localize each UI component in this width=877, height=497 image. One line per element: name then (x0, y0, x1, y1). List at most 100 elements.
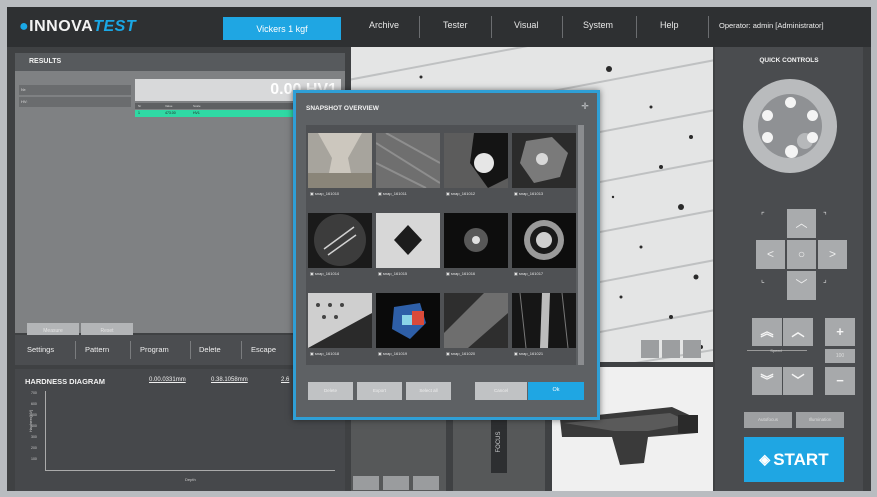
zoom-out-button[interactable]: − (825, 367, 855, 395)
snapshot-caption: ▣ snap_161012 (446, 191, 476, 196)
snapshot-caption: ▣ snap_161013 (514, 191, 544, 196)
start-icon: ◈ (759, 451, 771, 467)
corner-bottom-right-icon: ⌟ (823, 275, 827, 284)
turret-position-5[interactable] (762, 132, 773, 143)
stage-left-button[interactable]: < (756, 240, 785, 269)
y-tick: 100 (31, 457, 37, 461)
snapshot-caption-text: snap_161012 (450, 191, 476, 196)
snapshot-thumbnail[interactable]: ▣ snap_161021 (512, 293, 576, 363)
stage-up-button[interactable]: ︿ (787, 209, 816, 238)
snapshot-caption-text: snap_161020 (450, 351, 476, 356)
dialog-close-button[interactable]: ✛ (579, 100, 591, 112)
quick-controls-title: QUICK CONTROLS (759, 57, 819, 64)
snapshot-scrollbar[interactable] (578, 125, 584, 365)
snapshot-thumbnail[interactable]: ▣ snap_161016 (444, 213, 508, 283)
snapshot-caption: ▣ snap_161015 (378, 271, 408, 276)
scrollbar-thumb[interactable] (578, 125, 584, 365)
snapshot-image (308, 213, 372, 268)
delete-button[interactable]: Delete (199, 345, 221, 354)
turret-position-6[interactable] (762, 110, 773, 121)
autofocus-button[interactable]: Autofocus (744, 412, 792, 428)
diagram-value-2[interactable]: 0.38.1058mm (211, 377, 248, 383)
video-control-button[interactable] (683, 340, 701, 358)
turret-wheel[interactable] (743, 79, 837, 173)
snapshot-image (308, 133, 372, 188)
snapshot-delete-button[interactable]: Delete (308, 382, 353, 400)
bottom-panel-button[interactable] (353, 476, 379, 490)
slow-up-button[interactable]: ︿ (783, 318, 813, 346)
snapshot-thumbnail[interactable]: ▣ snap_161012 (444, 133, 508, 203)
video-control-button[interactable] (641, 340, 659, 358)
turret-position-active[interactable] (785, 145, 798, 158)
snapshot-thumbnail[interactable]: ▣ snap_161017 (512, 213, 576, 283)
nav-divider (636, 16, 637, 38)
dialog-title: SNAPSHOT OVERVIEW (306, 105, 379, 112)
double-chevron-up-icon: ︽ (760, 324, 774, 339)
pattern-button[interactable]: Pattern (85, 345, 109, 354)
snapshot-caption: ▣ snap_161020 (446, 351, 476, 356)
action-divider (130, 341, 131, 359)
chevron-up-icon: ︿ (795, 216, 808, 230)
snapshot-thumbnail[interactable]: ▣ snap_161011 (376, 133, 440, 203)
chevron-right-icon: > (828, 247, 836, 261)
snapshot-overview-dialog: SNAPSHOT OVERVIEW ✛ ▣ snap_161010 ▣ snap… (293, 90, 600, 420)
diagram-title: HARDNESS DIAGRAM (25, 377, 106, 386)
snapshot-thumbnail[interactable]: ▣ snap_161014 (308, 213, 372, 283)
nav-help[interactable]: Help (660, 20, 679, 30)
nav-visual[interactable]: Visual (514, 20, 538, 30)
diagram-plot-area (45, 391, 335, 471)
top-bar: ●INNOVATEST Vickers 1 kgf Archive Tester… (7, 7, 871, 47)
cell-value: 473.00 (165, 111, 176, 115)
snapshot-export-button[interactable]: Export (357, 382, 402, 400)
circle-icon: ○ (797, 247, 806, 261)
bottom-panel-button[interactable] (413, 476, 439, 490)
slow-down-button[interactable]: ﹀ (783, 367, 813, 395)
stage-right-button[interactable]: > (818, 240, 847, 269)
diagram-value-3[interactable]: 2.6 (281, 377, 289, 383)
close-icon: ✛ (581, 101, 589, 111)
corner-top-right-icon: ⌝ (823, 211, 827, 220)
illumination-button[interactable]: Illumination (796, 412, 844, 428)
double-chevron-down-icon: ︾ (760, 373, 774, 388)
zoom-in-button[interactable]: + (825, 318, 855, 346)
snapshot-select-all-button[interactable]: Select all (406, 382, 451, 400)
speed-label: Speed (770, 348, 782, 353)
snapshot-image (444, 213, 508, 268)
snapshot-thumbnail[interactable]: ▣ snap_161018 (308, 293, 372, 363)
nav-archive[interactable]: Archive (369, 20, 399, 30)
start-button[interactable]: ◈ START (744, 437, 844, 482)
snapshot-caption: ▣ snap_161010 (310, 191, 340, 196)
fast-down-button[interactable]: ︾ (752, 367, 782, 395)
snapshot-image (376, 293, 440, 348)
snapshot-thumbnail[interactable]: ▣ snap_161019 (376, 293, 440, 363)
test-mode-button[interactable]: Vickers 1 kgf (223, 17, 341, 40)
y-tick: 700 (31, 391, 37, 395)
turret-position-2[interactable] (807, 110, 818, 121)
video-control-button[interactable] (662, 340, 680, 358)
snapshot-thumbnail[interactable]: ▣ snap_161013 (512, 133, 576, 203)
cell-nr: 1 (138, 111, 140, 115)
dialog-cancel-button[interactable]: Cancel (475, 382, 527, 400)
snapshot-thumbnail[interactable]: ▣ snap_161010 (308, 133, 372, 203)
fast-up-button[interactable]: ︽ (752, 318, 782, 346)
dialog-ok-button[interactable]: Ok (528, 382, 584, 400)
snapshot-caption-text: snap_161017 (518, 271, 544, 276)
snapshot-thumbnail[interactable]: ▣ snap_161020 (444, 293, 508, 363)
diagram-value-1[interactable]: 0.00.0331mm (149, 377, 186, 383)
diagram-ylabel: Hardness[HV] (28, 410, 33, 432)
settings-button[interactable]: Settings (27, 345, 54, 354)
escape-button[interactable]: Escape (251, 345, 276, 354)
turret-position-1[interactable] (785, 97, 796, 108)
snapshot-caption-text: snap_161013 (518, 191, 544, 196)
program-button[interactable]: Program (140, 345, 169, 354)
bottom-panel-button[interactable] (383, 476, 409, 490)
stage-down-button[interactable]: ﹀ (787, 271, 816, 300)
nav-system[interactable]: System (583, 20, 613, 30)
snapshot-thumbnail[interactable]: ▣ snap_161015 (376, 213, 440, 283)
focus-label: FOCUS (496, 431, 502, 453)
snapshot-caption: ▣ snap_161019 (378, 351, 408, 356)
turret-position-3[interactable] (807, 132, 818, 143)
nav-tester[interactable]: Tester (443, 20, 468, 30)
stage-center-button[interactable]: ○ (787, 240, 816, 269)
minus-icon: − (836, 373, 844, 388)
